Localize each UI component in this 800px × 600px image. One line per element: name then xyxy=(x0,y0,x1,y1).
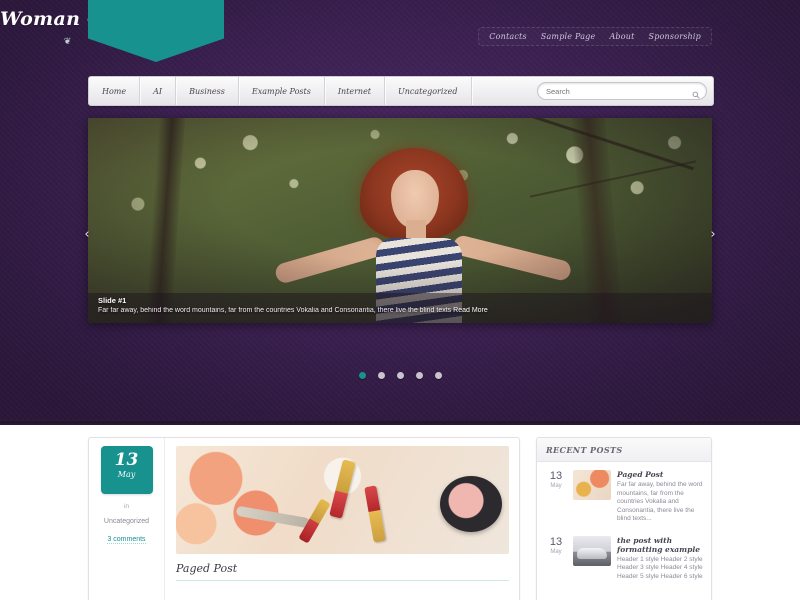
main-nav-item-example-posts[interactable]: Example Posts xyxy=(239,77,325,105)
header-hero-region: Woman Club ❦ Contacts Sample Page About … xyxy=(0,0,800,425)
slider-next-arrow-icon[interactable]: › xyxy=(704,226,722,244)
recent-post-month: May xyxy=(550,483,562,489)
hero-slider[interactable]: Slide #1 Far far away, behind the word m… xyxy=(88,118,712,323)
search-box[interactable] xyxy=(537,82,707,100)
main-nav-item-internet[interactable]: Internet xyxy=(325,77,386,105)
main-nav-item-business[interactable]: Business xyxy=(176,77,239,105)
recent-post-month: May xyxy=(550,548,562,555)
site-logo-shape[interactable] xyxy=(88,0,224,62)
top-nav-item-sample-page[interactable]: Sample Page xyxy=(541,32,596,41)
search-input[interactable] xyxy=(544,85,678,97)
main-nav-item-ai[interactable]: AI xyxy=(140,77,177,105)
slide-caption-text: Far far away, behind the word mountains,… xyxy=(98,307,702,315)
slide-read-more-link[interactable]: Read More xyxy=(453,307,488,314)
powder-compact-icon xyxy=(440,476,502,532)
recent-posts-widget: RECENT POSTS 13 May Paged Post Far far a… xyxy=(536,437,712,600)
main-nav-item-uncategorized[interactable]: Uncategorized xyxy=(385,77,472,105)
recent-post-text: Paged Post Far far away, behind the word… xyxy=(617,470,703,524)
recent-post-day: 13 xyxy=(549,470,563,482)
recent-post-day: 13 xyxy=(549,535,563,548)
main-navigation-bar: Home AI Business Example Posts Internet … xyxy=(88,76,714,106)
page-root: Woman Club ❦ Contacts Sample Page About … xyxy=(0,0,800,600)
slider-dot-1[interactable] xyxy=(358,372,366,379)
post-title[interactable]: Paged Post xyxy=(176,562,509,575)
recent-post-date: 13 May xyxy=(545,470,567,524)
post-body: Paged Post xyxy=(166,438,519,600)
post-category-link[interactable]: Uncategorized xyxy=(104,518,149,525)
recent-post-title[interactable]: Paged Post xyxy=(617,470,703,479)
lipstick-2-icon xyxy=(364,485,386,543)
slide-caption: Slide #1 Far far away, behind the word m… xyxy=(88,293,712,323)
slider-dot-2[interactable] xyxy=(377,372,385,379)
post-date-month: May xyxy=(117,470,136,479)
recent-post-thumbnail[interactable] xyxy=(573,535,611,566)
slider-dot-3[interactable] xyxy=(396,372,404,379)
recent-post-text: the post with formatting example Header … xyxy=(617,536,703,582)
recent-post-thumbnail[interactable] xyxy=(573,470,611,500)
slide-caption-title: Slide #1 xyxy=(98,296,127,305)
post-card: 13 May in Uncategorized 3 comments Paged… xyxy=(88,437,520,600)
post-title-divider xyxy=(176,580,509,581)
slider-prev-arrow-icon[interactable]: ‹ xyxy=(78,226,96,244)
main-nav-item-home[interactable]: Home xyxy=(89,77,141,105)
list-item[interactable]: 13 May Paged Post Far far away, behind t… xyxy=(537,462,711,528)
post-featured-image[interactable] xyxy=(176,446,509,554)
top-navigation: Contacts Sample Page About Sponsorship xyxy=(478,27,712,46)
top-nav-item-about[interactable]: About xyxy=(609,32,634,41)
slide-caption-excerpt: Far far away, behind the word mountains,… xyxy=(98,307,452,314)
slider-pagination xyxy=(0,372,800,379)
top-nav-item-sponsorship[interactable]: Sponsorship xyxy=(649,32,701,41)
post-meta-in-label: in xyxy=(123,503,130,510)
recent-post-date: 13 May xyxy=(545,536,567,582)
search-icon[interactable] xyxy=(692,86,700,99)
recent-post-title[interactable]: the post with formatting example xyxy=(617,536,703,554)
list-item[interactable]: 13 May the post with formatting example … xyxy=(537,528,711,586)
makeup-brush-icon xyxy=(235,505,311,529)
post-comments-link[interactable]: 3 comments xyxy=(107,536,146,544)
top-nav-item-contacts[interactable]: Contacts xyxy=(489,32,526,41)
recent-post-excerpt: Header 1 style Header 2 style Header 3 s… xyxy=(617,555,703,580)
content-region: 13 May in Uncategorized 3 comments Paged… xyxy=(0,425,800,600)
post-date-badge: 13 May xyxy=(100,446,153,494)
post-meta-column: 13 May in Uncategorized 3 comments xyxy=(89,438,165,600)
widget-title: RECENT POSTS xyxy=(537,438,711,462)
slider-dot-5[interactable] xyxy=(434,372,442,379)
slider-dot-4[interactable] xyxy=(415,372,423,379)
recent-post-excerpt: Far far away, behind the word mountains,… xyxy=(617,481,703,522)
post-date-day: 13 xyxy=(114,450,139,470)
lipstick-1-icon xyxy=(329,459,356,519)
